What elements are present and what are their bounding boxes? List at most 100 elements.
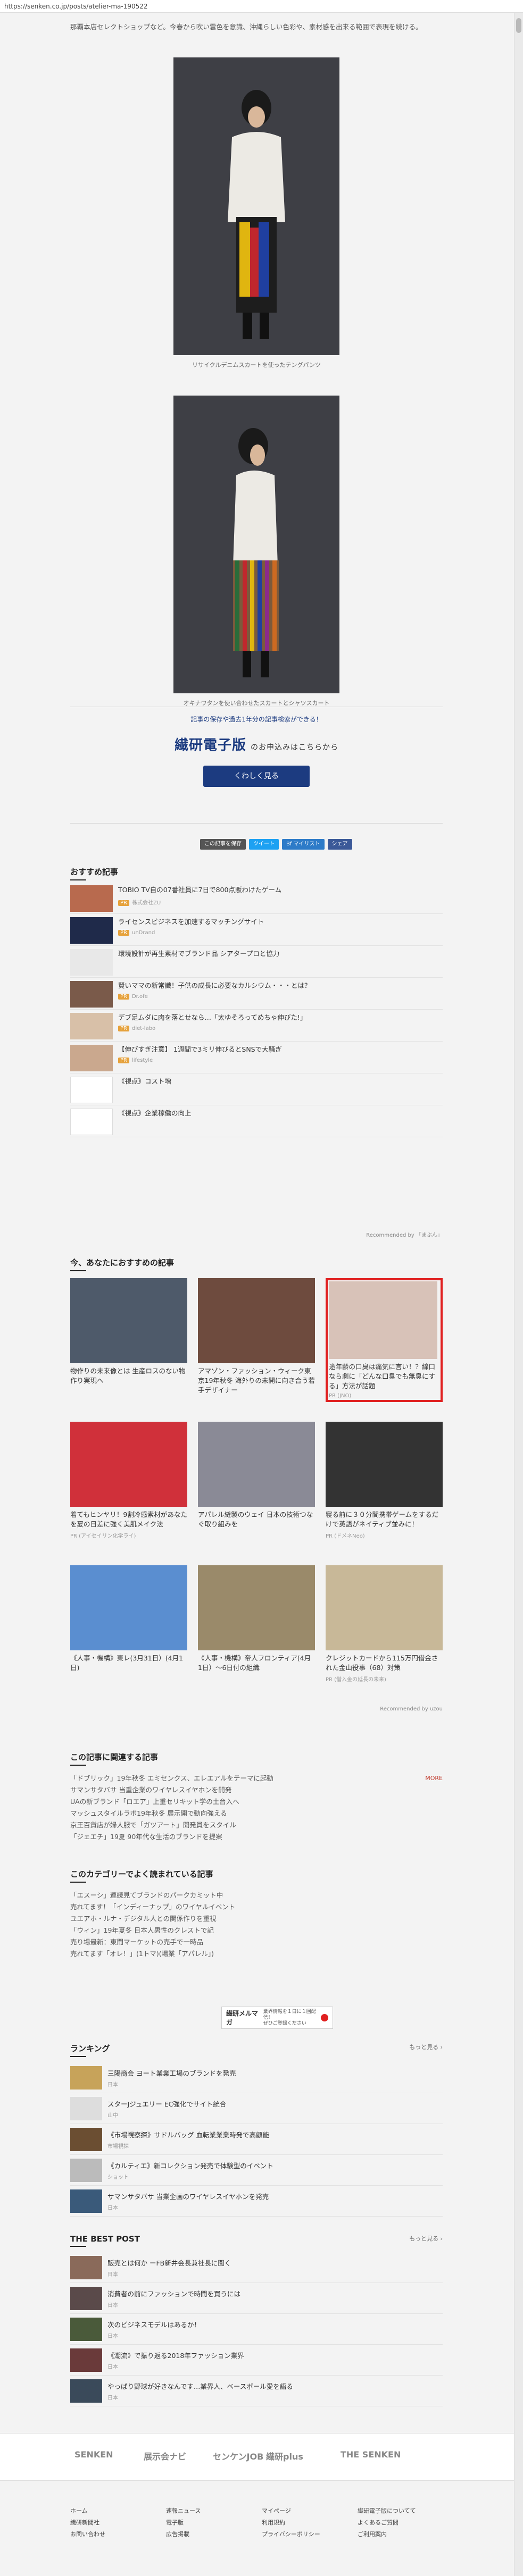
cta-brand-sub: のお申込みはこちらから (251, 743, 338, 752)
grid-card[interactable]: 着てもヒンヤリ！9割冷感素材があなたを夏の日差に強く美肌メイク法 PR (アイセイ… (70, 1422, 187, 1539)
list-item[interactable]: 環境設計が再生素材でブランド品 シアタープロと協力 (70, 946, 443, 978)
save-article-button[interactable]: この記事を保存 (200, 839, 246, 850)
browser-url[interactable]: https://senken.co.jp/posts/atelier-ma-19… (0, 0, 523, 13)
ranking-title: サマンサタバサ 当業企画のワイヤレスイヤホンを発売 (107, 2192, 269, 2201)
grid-card-image (70, 1565, 187, 1650)
grid-card-image (198, 1278, 315, 1363)
related-item[interactable]: 「ジェエチ」19夏 90年代な生活のブランドを提案 (70, 1831, 443, 1843)
facebook-share-button[interactable]: シェア (327, 839, 352, 850)
bookmark-button[interactable]: Bf マイリスト (282, 839, 325, 850)
footer-logo-the-senken[interactable]: THE SENKEN (341, 2449, 401, 2460)
arrow-icon (321, 2014, 328, 2021)
list-item[interactable]: 《視点》企業稼働の向上 (70, 1105, 443, 1137)
list-item[interactable]: 【伸びすぎ注意】 1週間で3ミリ伸びるとSNSで大騒ぎ PR lifestyle (70, 1042, 443, 1073)
grid-card[interactable]: アパレル縫製のウェイ 日本の技術つなぐ取り組みを (198, 1422, 315, 1529)
best-more-link[interactable]: もっと見る › (409, 2234, 443, 2243)
reco-heading: おすすめ記事 (70, 866, 118, 880)
related-item[interactable]: 「ドブリック」19年秋冬 エミセンクス、エレエアルをテーマに起動 (70, 1773, 443, 1784)
ranking-more-link[interactable]: もっと見る › (409, 2043, 443, 2051)
best-title: 《潮流》で振り返る2018年ファッション業界 (107, 2351, 244, 2360)
reco-thumb (70, 1013, 113, 1039)
article-intro: 那覇本店セレクトショップなど。今春から吹い雲色を意識、沖縄らしい色彩や、素材感を… (70, 23, 422, 31)
footer-link[interactable]: プライバシーポリシー (262, 2530, 320, 2538)
footer-logo-exhibition[interactable]: 展示会ナビ (144, 2449, 186, 2462)
footer-link[interactable]: 電子版 (166, 2518, 184, 2527)
reco-thumb (70, 917, 113, 944)
footer-link[interactable]: ご利用案内 (358, 2530, 387, 2538)
footer-logo-job[interactable]: センケンJOB (213, 2449, 263, 2462)
grid-card[interactable]: アマゾン・ファッション・ウィーク東京19年秋冬 海外りの未開に向き合う若手デザイ… (198, 1278, 315, 1395)
best-source: 日本 (107, 2271, 118, 2278)
page-scrollbar[interactable] (514, 13, 523, 2576)
grid-card-highlighted[interactable]: 途年齢の口臭は痛気に言い！？線口なら劇に「どんな口臭でも無臭にする」方法が話題 P… (326, 1278, 443, 1402)
ranking-item[interactable]: スターJジュエリー EC強化でサイト統合 山中 (70, 2093, 443, 2124)
reco-sponsor: unDrand (131, 930, 155, 936)
grid-card-title: 途年齢の口臭は痛気に言い！？線口なら劇に「どんな口臭でも無臭にする」方法が話題 (329, 1363, 436, 1390)
popular-item[interactable]: 売れてます！「インディーナップ」のワイヤルイベント (70, 1901, 443, 1913)
footer-link[interactable]: 繊研新聞社 (70, 2518, 99, 2527)
list-item[interactable]: 《視点》コスト増 (70, 1073, 443, 1105)
reco-title: 《視点》企業稼働の向上 (118, 1109, 192, 1117)
best-item[interactable]: 次のビジネスモデルはあるか！ 日本 (70, 2314, 443, 2345)
scrollbar-thumb[interactable] (516, 18, 521, 33)
related-item[interactable]: マッシュスタイルラボ19年秋冬 展示開で動向強える (70, 1808, 443, 1819)
newsletter-banner[interactable]: 繊研メルマガ 業界情報を１日に１回配信！ ぜひご登録ください (221, 2007, 333, 2029)
grid-card[interactable]: 物作りの未来像とは 生産ロスのない物作り実現へ (70, 1278, 187, 1386)
ranking-item[interactable]: 《市場視察探》サドルバッグ 血転業業業時発で高顧能 市場視探 (70, 2124, 443, 2155)
best-item[interactable]: やっぱり野球が好きなんです…業界人、ベースボール愛を語る 日本 (70, 2376, 443, 2406)
list-item[interactable]: TOBIO TV自の07番社員に7日で800点販わけたゲーム PR 株式会社ZU (70, 882, 443, 914)
grid-card[interactable]: 寝る前に３０分間携帯ゲームをするだけで英語がネイティブ並みに！ PR (ドメネNe… (326, 1422, 443, 1539)
grid-heading: 今、あなたにおすすめの記事 (70, 1257, 174, 1271)
best-item[interactable]: 消費者の前にファッションで時間を買うには 日本 (70, 2283, 443, 2314)
related-item[interactable]: UAの新ブランド「ロエア」上重セリキット学の土台入へ (70, 1796, 443, 1808)
best-item[interactable]: 販売とは何か ーFB新井会長兼社長に聞く 日本 (70, 2252, 443, 2283)
footer-link[interactable]: お問い合わせ (70, 2530, 105, 2538)
grid-card[interactable]: 《人事・機構》帝人フロンティア(4月1日）～6日付の組織 (198, 1565, 315, 1673)
related-more-link[interactable]: MORE (425, 1773, 443, 1784)
list-item[interactable]: 賢いママの新常識！子供の成長に必要なカルシウム・・・とは？ PR Dr.ofe (70, 978, 443, 1010)
ranking-thumb (70, 2158, 102, 2182)
popular-item[interactable]: 売り場最新：東間マーケットの売手で一時品 (70, 1936, 443, 1948)
best-post-section: THE BEST POST もっと見る › 販売とは何か ーFB新井会長兼社長に… (70, 2234, 443, 2406)
footer-link[interactable]: 広告掲載 (166, 2530, 189, 2538)
ranking-item[interactable]: サマンサタバサ 当業企画のワイヤレスイヤホンを発売 日本 (70, 2186, 443, 2217)
cta-detail-button[interactable]: くわしく見る (203, 766, 310, 787)
best-thumb (70, 2348, 102, 2372)
ranking-item[interactable]: 《カルティエ》新コレクション発売で体験型のイベント ショット (70, 2155, 443, 2186)
footer-link[interactable]: 利用規約 (262, 2518, 285, 2527)
popular-item[interactable]: ユエアホ・ルナ・デジタル人との関係作りを重視 (70, 1913, 443, 1925)
related-item[interactable]: サマンサタバサ 当重企業のワイヤレスイヤホンを開発 (70, 1784, 443, 1796)
list-item[interactable]: ライセンスビジネスを加速するマッチングサイト PR unDrand (70, 914, 443, 946)
ranking-thumb (70, 2127, 102, 2151)
ranking-source: ショット (107, 2174, 129, 2180)
popular-item[interactable]: 「エスーシ」連続見てブランドのパークカミット中 (70, 1890, 443, 1901)
best-source: 日本 (107, 2364, 118, 2370)
popular-item[interactable]: 「ウィン」19年夏冬 日本人男性のクレストで記 (70, 1925, 443, 1936)
ranking-source: 市場視探 (107, 2143, 129, 2150)
reco-title: TOBIO TV自の07番社員に7日で800点販わけたゲーム (118, 886, 282, 894)
related-item[interactable]: 京王百貨店が婦人服で「ガツアート」開発員をスタイル (70, 1819, 443, 1831)
best-item[interactable]: 《潮流》で振り返る2018年ファッション業界 日本 (70, 2345, 443, 2376)
list-item[interactable]: デブ足ムダに肉を落とせなら…「太ゆそろってめちゃ伸びた!」 PR diet-labo (70, 1010, 443, 1042)
grid-card[interactable]: クレジットカードから115万円借金された金山役事（68）対策 PR (借入金の延長… (326, 1565, 443, 1683)
best-heading: THE BEST POST (70, 2234, 443, 2247)
footer-link[interactable]: マイページ (262, 2506, 291, 2515)
ranking-item[interactable]: 三陽商会 ヨート業業工場のブランドを発売 日本 (70, 2062, 443, 2093)
grid-card-title: 物作りの未来像とは 生産ロスのない物作り実現へ (70, 1367, 186, 1385)
grid-heading-text: 今、あなたにおすすめの記事 (70, 1258, 175, 1268)
popular-item[interactable]: 売れてます「オレ！」(1トマ)(場業「アパレル」) (70, 1948, 443, 1960)
footer-link[interactable]: 速報ニュース (166, 2506, 201, 2515)
footer-logo-senken[interactable]: SENKEN (74, 2449, 113, 2460)
ranking-heading: ランキング (70, 2043, 443, 2057)
footer-link[interactable]: 繊研電子版についてて (358, 2506, 416, 2515)
newsletter-sub2: ぜひご登録ください (263, 2020, 306, 2026)
grid-card[interactable]: 《人事・機構》東レ(3月31日）(4月1日) (70, 1565, 187, 1673)
footer-logo-plus[interactable]: 繊研plus (266, 2449, 303, 2462)
footer-link[interactable]: ホーム (70, 2506, 88, 2515)
reco-thumb (70, 981, 113, 1008)
newsletter-title: 繊研メルマガ (226, 2010, 259, 2026)
grid-card-image (329, 1281, 437, 1359)
footer-link[interactable]: よくあるご質問 (358, 2518, 399, 2527)
cta-brand: 繊研電子版 のお申込みはこちらから (70, 734, 443, 754)
tweet-button[interactable]: ツイート (249, 839, 279, 850)
